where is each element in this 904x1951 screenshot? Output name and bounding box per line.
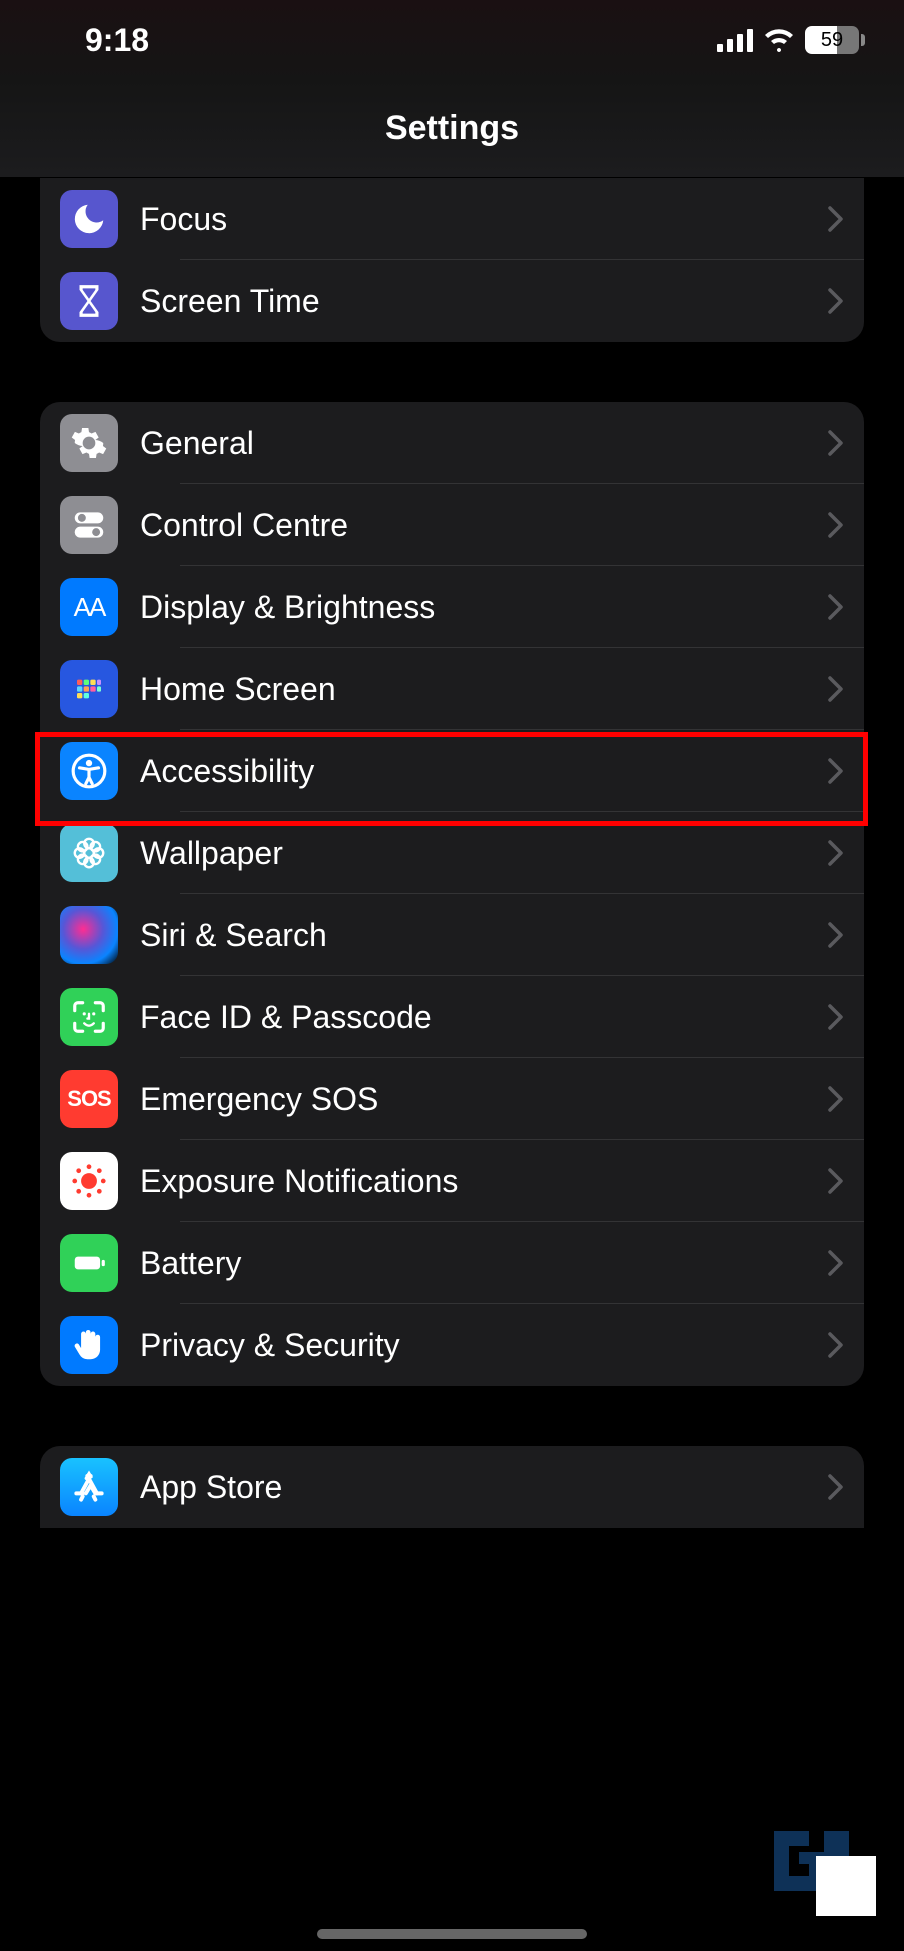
exposure-notifications-icon xyxy=(60,1152,118,1210)
control-centre-icon xyxy=(60,496,118,554)
row-emergency-sos[interactable]: SOS Emergency SOS xyxy=(40,1058,864,1140)
row-face-id-passcode[interactable]: Face ID & Passcode xyxy=(40,976,864,1058)
status-time: 9:18 xyxy=(85,22,149,59)
row-exposure-notifications[interactable]: Exposure Notifications xyxy=(40,1140,864,1222)
status-bar: 9:18 59 xyxy=(0,0,904,80)
page-title: Settings xyxy=(385,109,519,148)
chevron-right-icon xyxy=(828,1004,844,1030)
row-label: Control Centre xyxy=(140,507,828,544)
app-store-icon xyxy=(60,1458,118,1516)
chevron-right-icon xyxy=(828,594,844,620)
chevron-right-icon xyxy=(828,206,844,232)
row-privacy-security[interactable]: Privacy & Security xyxy=(40,1304,864,1386)
wallpaper-icon xyxy=(60,824,118,882)
watermark-box xyxy=(816,1856,876,1916)
row-label: Home Screen xyxy=(140,671,828,708)
chevron-right-icon xyxy=(828,758,844,784)
row-focus[interactable]: Focus xyxy=(40,178,864,260)
settings-group-appstore: App Store xyxy=(40,1446,864,1528)
siri-icon xyxy=(60,906,118,964)
screen-time-icon xyxy=(60,272,118,330)
row-label: General xyxy=(140,425,828,462)
accessibility-icon xyxy=(60,742,118,800)
row-wallpaper[interactable]: Wallpaper xyxy=(40,812,864,894)
chevron-right-icon xyxy=(828,512,844,538)
battery-row-icon xyxy=(60,1234,118,1292)
row-label: Battery xyxy=(140,1245,828,1282)
navbar: Settings xyxy=(0,80,904,178)
row-battery[interactable]: Battery xyxy=(40,1222,864,1304)
settings-group-general: General Control Centre AA Display & Brig… xyxy=(40,402,864,1386)
home-indicator[interactable] xyxy=(317,1929,587,1939)
wifi-icon xyxy=(763,28,795,52)
row-label: Focus xyxy=(140,201,828,238)
row-label: Face ID & Passcode xyxy=(140,999,828,1036)
chevron-right-icon xyxy=(828,1474,844,1500)
chevron-right-icon xyxy=(828,430,844,456)
home-screen-icon xyxy=(60,660,118,718)
display-brightness-icon: AA xyxy=(60,578,118,636)
row-display-brightness[interactable]: AA Display & Brightness xyxy=(40,566,864,648)
status-right: 59 xyxy=(717,26,859,54)
row-label: Wallpaper xyxy=(140,835,828,872)
chevron-right-icon xyxy=(828,922,844,948)
row-home-screen[interactable]: Home Screen xyxy=(40,648,864,730)
row-label: Siri & Search xyxy=(140,917,828,954)
row-label: Exposure Notifications xyxy=(140,1163,828,1200)
chevron-right-icon xyxy=(828,1086,844,1112)
emergency-sos-icon: SOS xyxy=(60,1070,118,1128)
row-siri-search[interactable]: Siri & Search xyxy=(40,894,864,976)
focus-icon xyxy=(60,190,118,248)
row-label: Accessibility xyxy=(140,753,828,790)
chevron-right-icon xyxy=(828,840,844,866)
row-label: Privacy & Security xyxy=(140,1327,828,1364)
chevron-right-icon xyxy=(828,676,844,702)
row-label: Display & Brightness xyxy=(140,589,828,626)
battery-level: 59 xyxy=(821,29,843,52)
row-app-store[interactable]: App Store xyxy=(40,1446,864,1528)
chevron-right-icon xyxy=(828,1332,844,1358)
row-label: Screen Time xyxy=(140,283,828,320)
face-id-icon xyxy=(60,988,118,1046)
row-screen-time[interactable]: Screen Time xyxy=(40,260,864,342)
chevron-right-icon xyxy=(828,1168,844,1194)
row-accessibility[interactable]: Accessibility xyxy=(40,730,864,812)
general-icon xyxy=(60,414,118,472)
chevron-right-icon xyxy=(828,288,844,314)
cellular-icon xyxy=(717,28,753,52)
row-label: App Store xyxy=(140,1469,828,1506)
row-general[interactable]: General xyxy=(40,402,864,484)
row-control-centre[interactable]: Control Centre xyxy=(40,484,864,566)
row-label: Emergency SOS xyxy=(140,1081,828,1118)
settings-group-focus: Focus Screen Time xyxy=(40,178,864,342)
privacy-security-icon xyxy=(60,1316,118,1374)
battery-icon: 59 xyxy=(805,26,859,54)
chevron-right-icon xyxy=(828,1250,844,1276)
